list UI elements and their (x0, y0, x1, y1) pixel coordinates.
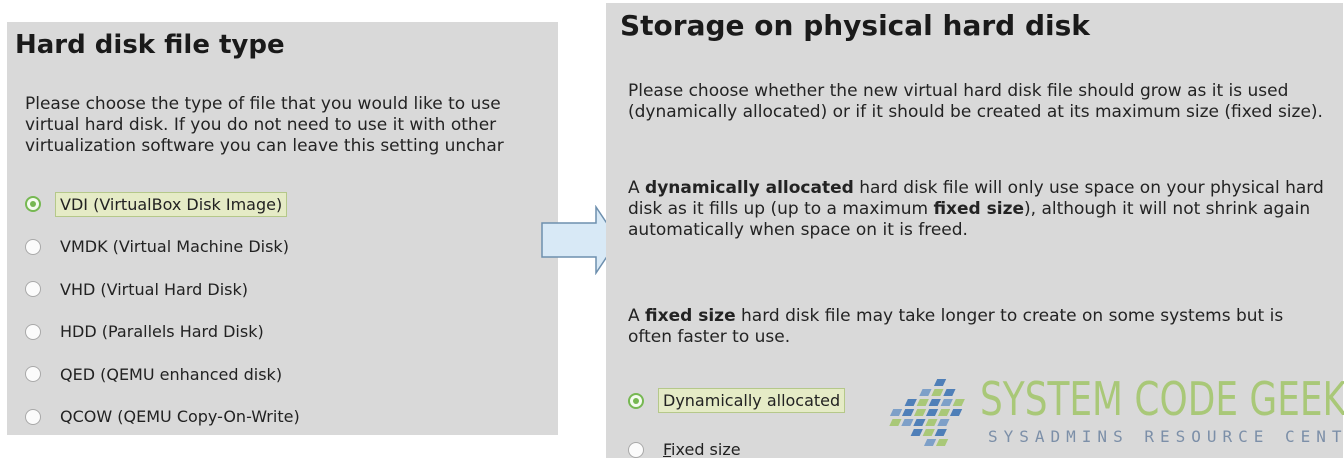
radio-label[interactable]: Dynamically allocated (658, 388, 846, 413)
radio-button[interactable] (25, 238, 41, 255)
storage-radio-group: Dynamically allocated Fixed size (628, 376, 846, 458)
radio-option-vhd[interactable]: VHD (Virtual Hard Disk) (25, 268, 305, 311)
fixed-explanation-paragraph: A fixed size hard disk file may take lon… (628, 306, 1328, 348)
radio-button[interactable] (25, 281, 41, 298)
description-line: virtualization software you can leave th… (25, 136, 504, 156)
radio-label[interactable]: QED (QEMU enhanced disk) (55, 362, 287, 387)
text-run: A (628, 306, 646, 326)
system-code-geeks-logo: SYSTEM CODE GEEKS SYSADMINS RESOURCE CEN… (870, 373, 1344, 458)
intro-paragraph: Please choose whether the new virtual ha… (628, 81, 1323, 122)
page-title: Storage on physical hard disk (620, 9, 1090, 42)
radio-option-hdd[interactable]: HDD (Parallels Hard Disk) (25, 311, 305, 354)
radio-label[interactable]: VMDK (Virtual Machine Disk) (55, 234, 294, 259)
radio-button[interactable] (25, 366, 41, 383)
radio-option-vmdk[interactable]: VMDK (Virtual Machine Disk) (25, 226, 305, 269)
file-type-radio-group: VDI (VirtualBox Disk Image) VMDK (Virtua… (25, 183, 305, 435)
radio-label[interactable]: QCOW (QEMU Copy-On-Write) (55, 404, 305, 429)
radio-option-qcow[interactable]: QCOW (QEMU Copy-On-Write) (25, 396, 305, 436)
bold-term: dynamically allocated (645, 178, 854, 198)
radio-button-checked[interactable] (628, 392, 644, 409)
logo-tagline: SYSADMINS RESOURCE CENTER (988, 427, 1344, 446)
radio-label[interactable]: VDI (VirtualBox Disk Image) (55, 191, 288, 217)
logo-wordmark: SYSTEM CODE GEEKS (980, 372, 1344, 426)
radio-button[interactable] (25, 408, 41, 425)
radio-label[interactable]: VHD (Virtual Hard Disk) (55, 277, 253, 302)
radio-button-checked[interactable] (25, 196, 41, 213)
bold-term: fixed size (933, 199, 1024, 219)
logo-mark-icon (889, 379, 965, 446)
radio-button[interactable] (628, 441, 644, 458)
radio-option-vdi[interactable]: VDI (VirtualBox Disk Image) (25, 183, 305, 226)
radio-option-qed[interactable]: QED (QEMU enhanced disk) (25, 353, 305, 396)
mnemonic-letter: F (663, 440, 672, 458)
radio-label[interactable]: Fixed size (658, 437, 746, 458)
radio-option-fixed-size[interactable]: Fixed size (628, 425, 845, 458)
radio-button[interactable] (25, 323, 41, 340)
bold-term: fixed size (645, 306, 736, 326)
label-rest: ixed size (671, 440, 741, 458)
description-line: virtual hard disk. If you do not need to… (25, 115, 497, 135)
text-run: A (628, 178, 646, 198)
radio-label[interactable]: HDD (Parallels Hard Disk) (55, 319, 269, 344)
radio-option-dynamically-allocated[interactable]: Dynamically allocated (628, 376, 846, 425)
hard-disk-file-type-page: Hard disk file type Please choose the ty… (7, 22, 558, 435)
description-line: Please choose the type of file that you … (25, 94, 501, 114)
dynamic-explanation-paragraph: A dynamically allocated hard disk file w… (628, 178, 1328, 241)
page-title: Hard disk file type (15, 30, 285, 60)
page-description: Please choose the type of file that you … (25, 94, 558, 157)
